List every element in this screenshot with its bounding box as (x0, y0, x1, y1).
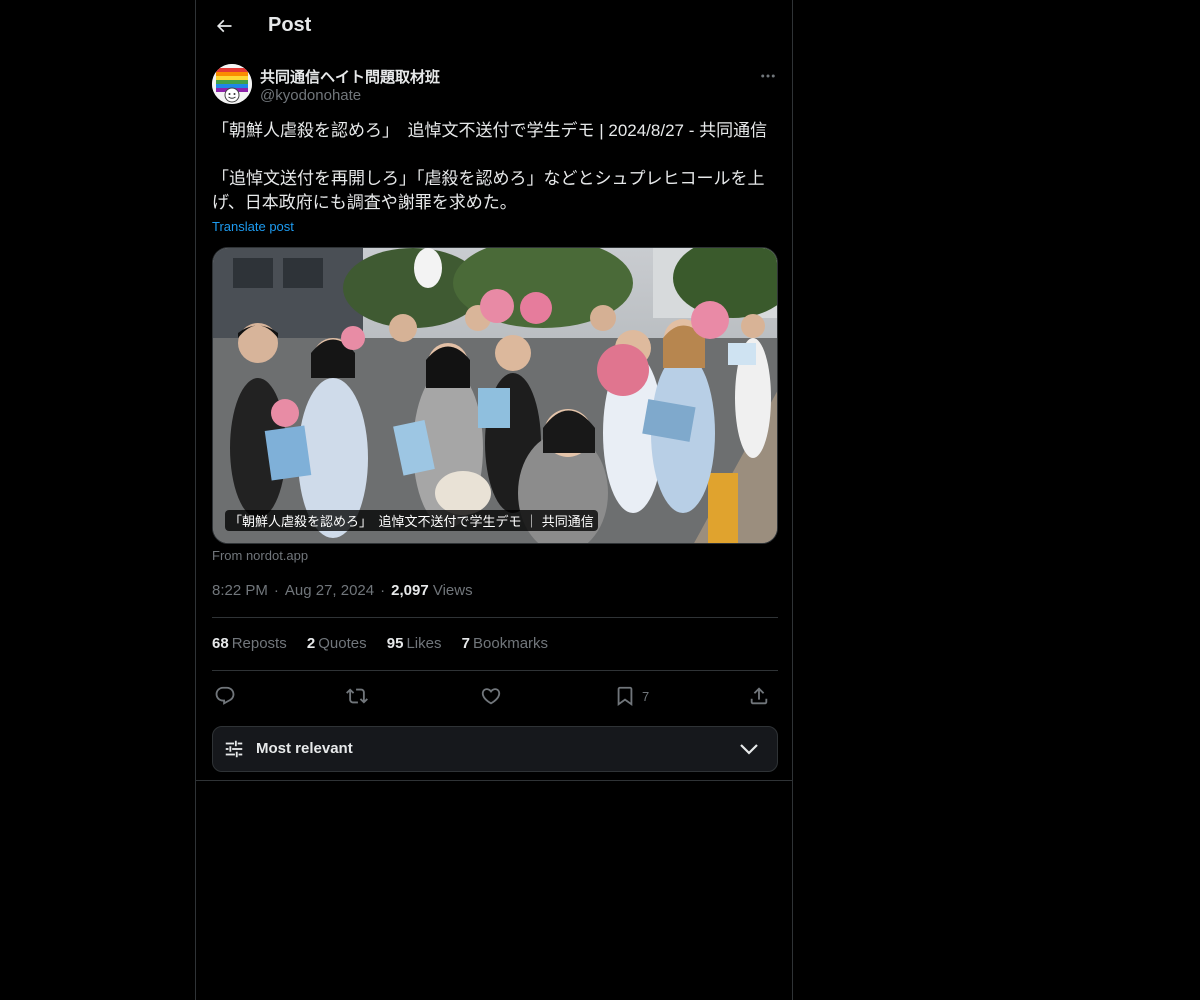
post-meta: 8:22 PM · Aug 27, 2024 · 2,097 Views (212, 582, 473, 599)
stat-likes[interactable]: 95 Likes (387, 635, 442, 652)
post-detail-column: Post 共同通信ヘイト問題取材班 @kyodonohate 「朝鮮人虐殺を認め… (195, 0, 793, 1000)
post-time[interactable]: 8:22 PM (212, 582, 268, 599)
avatar[interactable] (212, 64, 252, 104)
reply-icon (215, 686, 235, 705)
divider (196, 780, 792, 781)
share-icon (750, 687, 768, 705)
stat-label: Likes (406, 635, 442, 652)
page-header: Post (196, 0, 792, 53)
rainbow-hate-badge-avatar (212, 64, 252, 104)
chevron-down-icon (740, 744, 758, 755)
reply-sort-dropdown[interactable]: Most relevant (212, 726, 778, 772)
card-caption: 「朝鮮人虐殺を認めろ」 追悼文不送付で学生デモ ｜ 共同通信 (225, 510, 598, 531)
post-date[interactable]: Aug 27, 2024 (285, 582, 374, 599)
stat-label: Reposts (231, 635, 287, 652)
repost-icon (346, 688, 368, 704)
stat-label: Quotes (318, 635, 367, 652)
back-button[interactable] (208, 10, 240, 42)
author-name[interactable]: 共同通信ヘイト問題取材班 (260, 66, 440, 87)
meta-separator: · (273, 582, 279, 599)
repost-button[interactable] (346, 682, 368, 710)
stat-count: 95 (386, 635, 404, 652)
stat-count: 7 (461, 635, 471, 652)
divider (212, 617, 778, 618)
sliders-icon (225, 740, 243, 758)
stat-bookmarks[interactable]: 7 Bookmarks (462, 635, 548, 652)
bookmark-count: 7 (642, 688, 650, 704)
card-source[interactable]: From nordot.app (212, 548, 308, 563)
stat-count: 2 (306, 635, 316, 652)
heart-icon (481, 688, 501, 705)
more-options-button[interactable] (756, 64, 780, 88)
action-bar: 7 (212, 682, 778, 710)
views-count: 2,097 (391, 582, 429, 599)
bookmark-icon (617, 686, 633, 707)
stat-count: 68 (212, 635, 229, 652)
share-button[interactable] (748, 682, 770, 710)
reply-button[interactable] (214, 682, 236, 710)
bookmark-button[interactable]: 7 (614, 682, 649, 710)
engagement-stats: 68 Reposts 2 Quotes 95 Likes 7 Bookmarks (212, 635, 564, 652)
divider (212, 670, 778, 671)
arrow-left-icon (216, 19, 232, 33)
post-text: 「朝鮮人虐殺を認めろ」 追悼文不送付で学生デモ | 2024/8/27 - 共同… (212, 121, 768, 212)
protest-march-photo (213, 248, 777, 543)
author-handle[interactable]: @kyodonohate (260, 87, 361, 104)
page-title: Post (268, 14, 312, 36)
translate-post-link[interactable]: Translate post (212, 219, 294, 234)
meta-separator: · (380, 582, 386, 599)
more-horizontal-icon (761, 74, 775, 78)
like-button[interactable] (480, 682, 502, 710)
stat-quotes[interactable]: 2 Quotes (307, 635, 367, 652)
views-label: Views (432, 582, 473, 599)
stat-label: Bookmarks (473, 635, 549, 652)
link-card-image[interactable]: 「朝鮮人虐殺を認めろ」 追悼文不送付で学生デモ ｜ 共同通信 (212, 247, 778, 544)
stat-reposts[interactable]: 68 Reposts (212, 635, 287, 652)
sort-label: Most relevant (256, 740, 353, 757)
